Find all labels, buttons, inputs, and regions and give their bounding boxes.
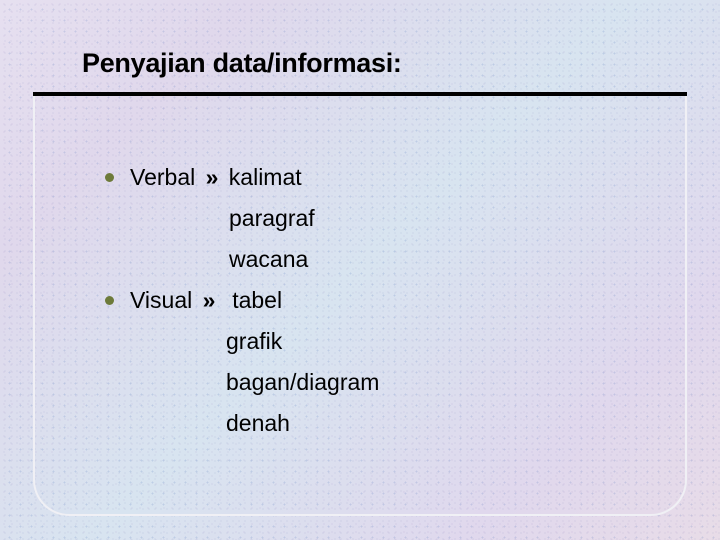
slide: Penyajian data/informasi: Verbal » kalim… (0, 0, 720, 540)
arrow-icon: » (203, 280, 216, 321)
sub-item: bagan/diagram (105, 362, 379, 403)
sub-item: kalimat (229, 157, 302, 198)
list-item: Verbal » kalimat (105, 157, 379, 198)
slide-title: Penyajian data/informasi: (82, 48, 402, 79)
arrow-icon: » (206, 157, 219, 198)
item-label: Visual (130, 280, 192, 321)
slide-body: Verbal » kalimat paragraf wacana Visual … (105, 157, 379, 444)
sub-item: tabel (232, 280, 282, 321)
item-label: Verbal (130, 157, 195, 198)
bullet-icon (105, 296, 114, 305)
sub-item: denah (105, 403, 379, 444)
sub-item: paragraf (105, 198, 379, 239)
bullet-icon (105, 173, 114, 182)
title-underline (33, 92, 687, 96)
list-item: Visual » tabel (105, 280, 379, 321)
sub-item: wacana (105, 239, 379, 280)
sub-item: grafik (105, 321, 379, 362)
